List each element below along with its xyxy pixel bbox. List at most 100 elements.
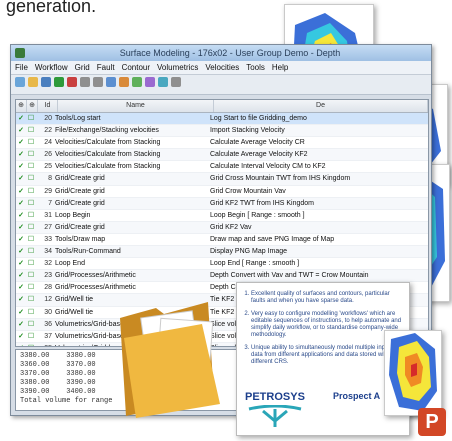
skip-checkbox[interactable]: ☐ [26, 222, 36, 233]
table-row[interactable]: ✓ ☐ 34 Tools/Run-Command Display PNG Map Im… [16, 246, 428, 259]
menu-contour[interactable]: Contour [122, 61, 150, 74]
row-description: Calculate Average Velocity KF2 [210, 151, 308, 159]
table-row[interactable]: ✓ ☐ 33 Tools/Draw map Draw map and save PNG… [16, 234, 428, 247]
contour-icon[interactable] [119, 77, 129, 87]
menu-tools[interactable]: Tools [246, 61, 265, 74]
copy-icon[interactable] [80, 77, 90, 87]
skip-checkbox[interactable]: ☐ [26, 307, 36, 318]
header-id[interactable]: Id [38, 100, 58, 112]
enabled-checkbox[interactable]: ✓ [16, 294, 26, 305]
skip-checkbox[interactable]: ☐ [26, 149, 36, 160]
enabled-checkbox[interactable]: ✓ [16, 331, 26, 342]
skip-checkbox[interactable]: ☐ [26, 198, 36, 209]
velocity-icon[interactable] [145, 77, 155, 87]
row-name: Velocities/Calculate from Stacking [55, 151, 161, 159]
row-name: Grid/Create grid [55, 187, 105, 195]
enabled-checkbox[interactable]: ✓ [16, 258, 26, 269]
skip-checkbox[interactable]: ☐ [26, 234, 36, 245]
enabled-checkbox[interactable]: ✓ [16, 282, 26, 293]
enabled-checkbox[interactable]: ✓ [16, 246, 26, 257]
new-icon[interactable] [15, 77, 25, 87]
enabled-checkbox[interactable]: ✓ [16, 307, 26, 318]
row-description: Loop Begin [ Range : smooth ] [210, 211, 305, 219]
skip-checkbox[interactable]: ☐ [26, 113, 36, 124]
table-row[interactable]: ✓ ☐ 27 Grid/Create grid Grid KF2 Vav [16, 221, 428, 234]
enabled-checkbox[interactable]: ✓ [16, 234, 26, 245]
enabled-checkbox[interactable]: ✓ [16, 222, 26, 233]
menu-help[interactable]: Help [272, 61, 288, 74]
settings-icon[interactable] [171, 77, 181, 87]
row-id: 24 [44, 139, 52, 147]
row-id: 25 [44, 163, 52, 171]
skip-checkbox[interactable]: ☐ [26, 186, 36, 197]
save-icon[interactable] [41, 77, 51, 87]
table-row[interactable]: ✓ ☐ 7 Grid/Create grid Grid KF2 TWT from IHS… [16, 197, 428, 210]
enabled-checkbox[interactable]: ✓ [16, 137, 26, 148]
table-row[interactable]: ✓ ☐ 31 Loop Begin Loop Begin [ Range : smoot… [16, 210, 428, 222]
enabled-checkbox[interactable]: ✓ [16, 173, 26, 184]
menu-fault[interactable]: Fault [97, 61, 115, 74]
menu-volumetrics[interactable]: Volumetrics [157, 61, 198, 74]
row-id: 36 [44, 320, 52, 328]
row-description: Log Start to file Gridding_demo [210, 115, 307, 122]
enabled-checkbox[interactable]: ✓ [16, 125, 26, 136]
row-name: Velocities/Calculate from Stacking [55, 139, 161, 147]
map-image-4 [384, 330, 442, 416]
skip-checkbox[interactable]: ☐ [26, 258, 36, 269]
open-icon[interactable] [28, 77, 38, 87]
table-row[interactable]: ✓ ☐ 8 Grid/Create grid Grid Cross Mountain T… [16, 173, 428, 186]
skip-checkbox[interactable]: ☐ [26, 319, 36, 330]
enabled-checkbox[interactable]: ✓ [16, 161, 26, 172]
row-description: Grid Cross Mountain TWT from IHS Kingdom [210, 175, 351, 183]
enabled-checkbox[interactable]: ✓ [16, 343, 26, 346]
row-id: 12 [44, 296, 52, 304]
paste-icon[interactable] [93, 77, 103, 87]
feature-list: Excellent quality of surfaces and contou… [251, 291, 403, 366]
enabled-checkbox[interactable]: ✓ [16, 270, 26, 281]
skip-checkbox[interactable]: ☐ [26, 246, 36, 257]
skip-checkbox[interactable]: ☐ [26, 125, 36, 136]
enabled-checkbox[interactable]: ✓ [16, 149, 26, 160]
menu-file[interactable]: File [15, 61, 28, 74]
enabled-checkbox[interactable]: ✓ [16, 210, 26, 221]
skip-checkbox[interactable]: ☐ [26, 210, 36, 221]
run-icon[interactable] [54, 77, 64, 87]
table-row[interactable]: ✓ ☐ 32 Loop End Loop End [ Range : smooth ] [16, 258, 428, 271]
enabled-checkbox[interactable]: ✓ [16, 186, 26, 197]
skip-checkbox[interactable]: ☐ [26, 270, 36, 281]
table-row[interactable]: ✓ ☐ 24 Velocities/Calculate from Stacking Ca… [16, 137, 428, 150]
volume-icon[interactable] [158, 77, 168, 87]
enabled-checkbox[interactable]: ✓ [16, 113, 26, 124]
header-description[interactable]: De [214, 100, 428, 112]
table-row[interactable]: ✓ ☐ 25 Velocities/Calculate from Stacking Ca… [16, 161, 428, 174]
petrosys-logo-text: PETROSYS [245, 391, 305, 403]
menu-workflow[interactable]: Workflow [35, 61, 68, 74]
skip-checkbox[interactable]: ☐ [26, 161, 36, 172]
header-name[interactable]: Name [58, 100, 214, 112]
row-description: Display PNG Map Image [210, 248, 288, 256]
skip-checkbox[interactable]: ☐ [26, 294, 36, 305]
table-row[interactable]: ✓ ☐ 20 Tools/Log start Log Start to file Gri… [16, 113, 428, 126]
enabled-checkbox[interactable]: ✓ [16, 319, 26, 330]
window-title: Surface Modeling - 176x02 - User Group D… [119, 48, 341, 58]
enabled-checkbox[interactable]: ✓ [16, 198, 26, 209]
menu-velocities[interactable]: Velocities [205, 61, 239, 74]
menu-grid[interactable]: Grid [75, 61, 90, 74]
skip-checkbox[interactable]: ☐ [26, 137, 36, 148]
skip-checkbox[interactable]: ☐ [26, 173, 36, 184]
grid-icon[interactable] [106, 77, 116, 87]
skip-checkbox[interactable]: ☐ [26, 331, 36, 342]
skip-checkbox[interactable]: ☐ [26, 343, 36, 346]
table-row[interactable]: ✓ ☐ 23 Grid/Processes/Arithmetic Depth Conve… [16, 270, 428, 283]
powerpoint-icon: P [418, 408, 446, 436]
table-row[interactable]: ✓ ☐ 26 Velocities/Calculate from Stacking Ca… [16, 149, 428, 162]
row-name: Loop End [55, 260, 85, 268]
row-id: 30 [44, 308, 52, 316]
header-disabled[interactable]: ⊕ [27, 100, 38, 112]
header-check[interactable]: ⊕ [16, 100, 27, 112]
table-row[interactable]: ✓ ☐ 29 Grid/Create grid Grid Crow Mountain V… [16, 186, 428, 198]
map-icon[interactable] [132, 77, 142, 87]
table-row[interactable]: ✓ ☐ 22 File/Exchange/Stacking velocities Imp… [16, 125, 428, 138]
skip-checkbox[interactable]: ☐ [26, 282, 36, 293]
stop-icon[interactable] [67, 77, 77, 87]
